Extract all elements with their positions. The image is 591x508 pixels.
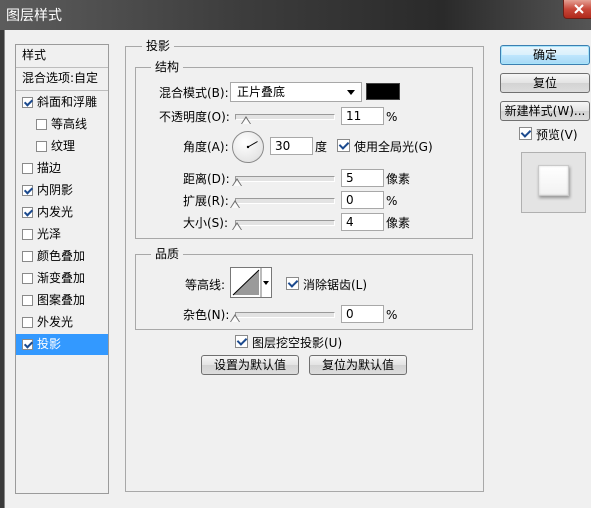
sidebar-item-color-overlay[interactable]: 颜色叠加	[16, 246, 108, 267]
sidebar-item-contour[interactable]: 等高线	[16, 114, 108, 135]
spread-unit: %	[386, 194, 398, 208]
size-slider[interactable]	[235, 220, 335, 226]
opacity-label: 不透明度(O):	[159, 110, 230, 124]
sidebar-checkbox-inner-glow[interactable]	[22, 207, 33, 218]
blend-mode-select[interactable]: 正片叠底	[230, 82, 362, 102]
spread-label: 扩展(R):	[183, 194, 229, 208]
sidebar-checkbox-stroke[interactable]	[22, 163, 33, 174]
blend-options-item[interactable]: 混合选项:自定	[16, 68, 108, 89]
sidebar-checkbox-inner-shadow[interactable]	[22, 185, 33, 196]
preview-label: 预览(V)	[536, 128, 578, 142]
opacity-slider-thumb[interactable]	[240, 116, 251, 124]
spread-slider-thumb[interactable]	[230, 200, 240, 208]
preview-checkbox[interactable]	[519, 127, 532, 140]
sidebar-item-label: 斜面和浮雕	[37, 95, 98, 109]
angle-dial[interactable]	[232, 131, 264, 163]
noise-label: 杂色(N):	[183, 308, 230, 322]
size-label: 大小(S):	[183, 216, 229, 230]
ok-button[interactable]: 确定	[500, 45, 590, 65]
sidebar-item-drop-shadow[interactable]: 投影	[16, 334, 108, 355]
angle-label: 角度(A):	[183, 140, 229, 154]
knockout-label: 图层挖空投影(U)	[252, 336, 343, 350]
sidebar-item-gradient-overlay[interactable]: 渐变叠加	[16, 268, 108, 289]
spread-slider[interactable]	[235, 198, 335, 204]
sidebar-checkbox-drop-shadow[interactable]	[22, 339, 33, 350]
distance-slider[interactable]	[235, 176, 335, 182]
angle-input[interactable]: 30	[270, 137, 313, 155]
noise-slider[interactable]	[235, 312, 335, 318]
styles-list: 样式 混合选项:自定 斜面和浮雕等高线纹理描边内阴影内发光光泽颜色叠加渐变叠加图…	[15, 44, 109, 494]
opacity-unit: %	[386, 110, 398, 124]
knockout-checkbox[interactable]	[235, 335, 248, 348]
sidebar-checkbox-pattern-overlay[interactable]	[22, 295, 33, 306]
sidebar-item-label: 内发光	[37, 205, 74, 219]
antialias-label: 消除锯齿(L)	[303, 278, 368, 292]
sidebar-item-label: 纹理	[51, 139, 76, 153]
sidebar-item-label: 渐变叠加	[37, 271, 86, 285]
window-title: 图层样式	[6, 8, 62, 24]
spread-input[interactable]: 0	[341, 191, 384, 209]
antialias-checkbox[interactable]	[286, 277, 299, 290]
noise-input[interactable]: 0	[341, 305, 384, 323]
reset-button[interactable]: 复位	[500, 73, 590, 93]
sidebar-checkbox-outer-glow[interactable]	[22, 317, 33, 328]
drop-shadow-title: 投影	[142, 39, 175, 53]
distance-input[interactable]: 5	[341, 169, 384, 187]
reset-default-button[interactable]: 复位为默认值	[309, 355, 407, 375]
blend-mode-label: 混合模式(B):	[159, 86, 229, 100]
size-unit: 像素	[386, 216, 411, 230]
distance-label: 距离(D):	[183, 172, 230, 186]
sidebar-item-label: 图案叠加	[37, 293, 86, 307]
dropdown-arrow-icon	[347, 90, 355, 95]
distance-unit: 像素	[386, 172, 411, 186]
close-icon	[574, 4, 584, 14]
sidebar-item-inner-shadow[interactable]: 内阴影	[16, 180, 108, 201]
blend-mode-value: 正片叠底	[237, 85, 286, 99]
sidebar-checkbox-color-overlay[interactable]	[22, 251, 33, 262]
sidebar-item-bevel-emboss[interactable]: 斜面和浮雕	[16, 92, 108, 113]
global-light-label: 使用全局光(G)	[354, 140, 433, 154]
sidebar-checkbox-contour[interactable]	[36, 119, 47, 130]
make-default-button[interactable]: 设置为默认值	[201, 355, 299, 375]
sidebar-item-label: 等高线	[51, 117, 88, 131]
angle-dial-icon	[246, 141, 258, 149]
title-bar[interactable]: 图层样式	[0, 0, 591, 30]
sidebar-item-outer-glow[interactable]: 外发光	[16, 312, 108, 333]
sidebar-item-label: 光泽	[37, 227, 62, 241]
styles-header[interactable]: 样式	[16, 45, 108, 66]
sidebar-item-label: 内阴影	[37, 183, 74, 197]
sidebar-checkbox-texture[interactable]	[36, 141, 47, 152]
sidebar-item-satin[interactable]: 光泽	[16, 224, 108, 245]
sidebar-item-texture[interactable]: 纹理	[16, 136, 108, 157]
sidebar-item-inner-glow[interactable]: 内发光	[16, 202, 108, 223]
structure-title: 结构	[151, 60, 184, 74]
distance-slider-thumb[interactable]	[231, 178, 242, 186]
noise-slider-thumb[interactable]	[230, 314, 240, 322]
shadow-color-swatch[interactable]	[366, 83, 400, 100]
dialog-body: 样式 混合选项:自定 斜面和浮雕等高线纹理描边内阴影内发光光泽颜色叠加渐变叠加图…	[4, 30, 591, 508]
contour-label: 等高线:	[185, 278, 226, 292]
sidebar-item-label: 描边	[37, 161, 62, 175]
list-divider	[16, 90, 108, 91]
sidebar-checkbox-satin[interactable]	[22, 229, 33, 240]
new-style-button[interactable]: 新建样式(W)...	[500, 101, 590, 121]
dropdown-arrow-icon[interactable]	[263, 281, 269, 285]
global-light-checkbox[interactable]	[337, 139, 350, 152]
noise-unit: %	[386, 308, 398, 322]
sidebar-item-pattern-overlay[interactable]: 图案叠加	[16, 290, 108, 311]
size-input[interactable]: 4	[341, 213, 384, 231]
quality-title: 品质	[151, 247, 184, 261]
sidebar-checkbox-gradient-overlay[interactable]	[22, 273, 33, 284]
preview-tile	[538, 165, 569, 196]
opacity-input[interactable]: 11	[341, 107, 384, 125]
sidebar-item-stroke[interactable]: 描边	[16, 158, 108, 179]
angle-unit: 度	[315, 140, 328, 154]
sidebar-item-label: 投影	[37, 337, 62, 351]
close-button[interactable]	[563, 0, 591, 19]
sidebar-item-label: 颜色叠加	[37, 249, 86, 263]
sidebar-checkbox-bevel-emboss[interactable]	[22, 97, 33, 108]
sidebar-item-label: 外发光	[37, 315, 74, 329]
size-slider-thumb[interactable]	[231, 222, 242, 230]
